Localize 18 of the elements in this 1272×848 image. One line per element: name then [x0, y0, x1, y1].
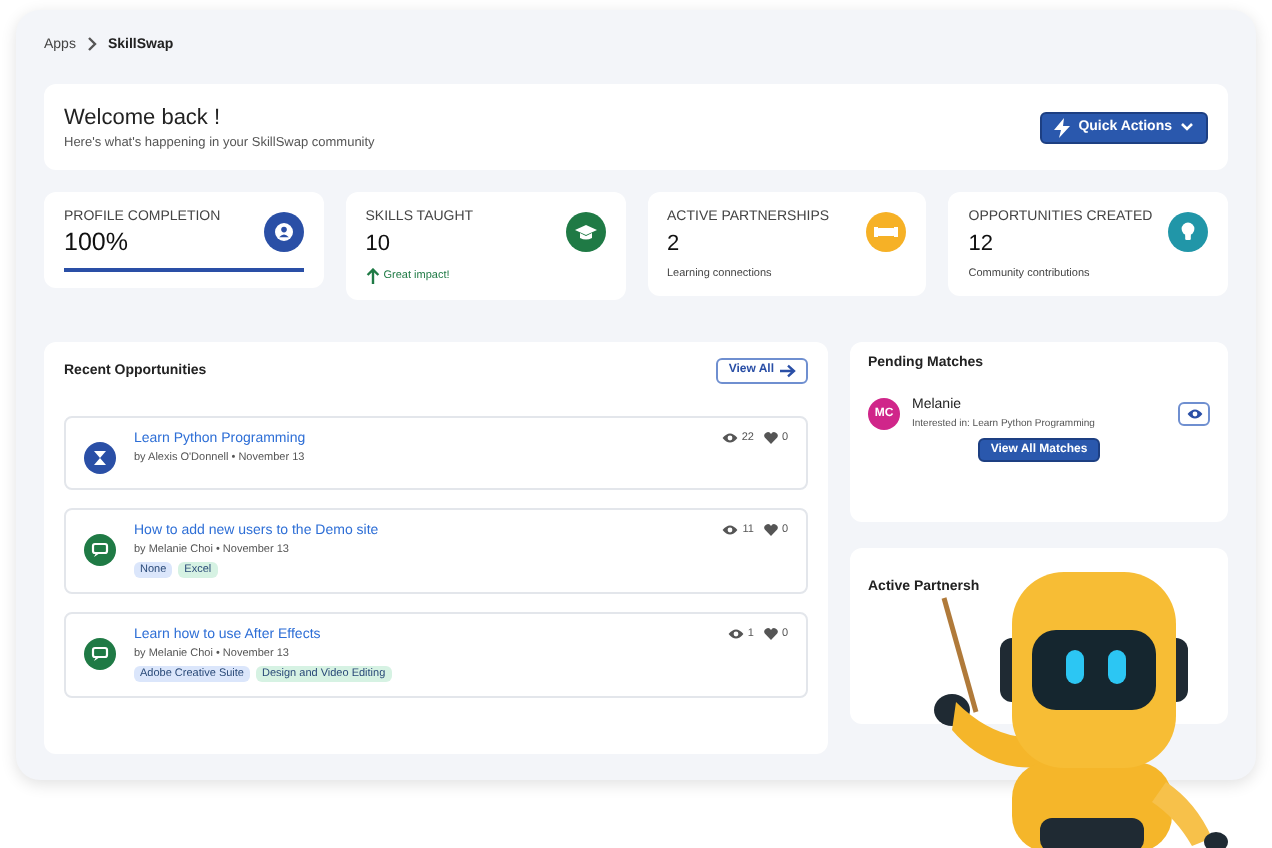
welcome-title: Welcome back !: [64, 105, 223, 129]
stat-value: 10: [365, 231, 392, 256]
eye-icon: [727, 627, 744, 640]
lightning-icon: [1054, 117, 1071, 137]
eye-icon: [722, 523, 739, 536]
caret-icon: [1180, 122, 1194, 132]
heart-icon: [763, 431, 778, 444]
view-button[interactable]: [1178, 401, 1210, 426]
up-arrow-icon: [365, 267, 380, 284]
heart-icon: [763, 523, 778, 536]
eye-icon: [1185, 407, 1203, 420]
heart-icon: [763, 627, 778, 640]
arrow-right-icon: [780, 363, 796, 378]
chevron-icon: [85, 36, 98, 52]
eye-icon: [721, 431, 738, 444]
stat-value: 2: [667, 231, 682, 256]
stat-value: 12: [968, 231, 995, 256]
stat-value: 100%: [64, 227, 130, 256]
